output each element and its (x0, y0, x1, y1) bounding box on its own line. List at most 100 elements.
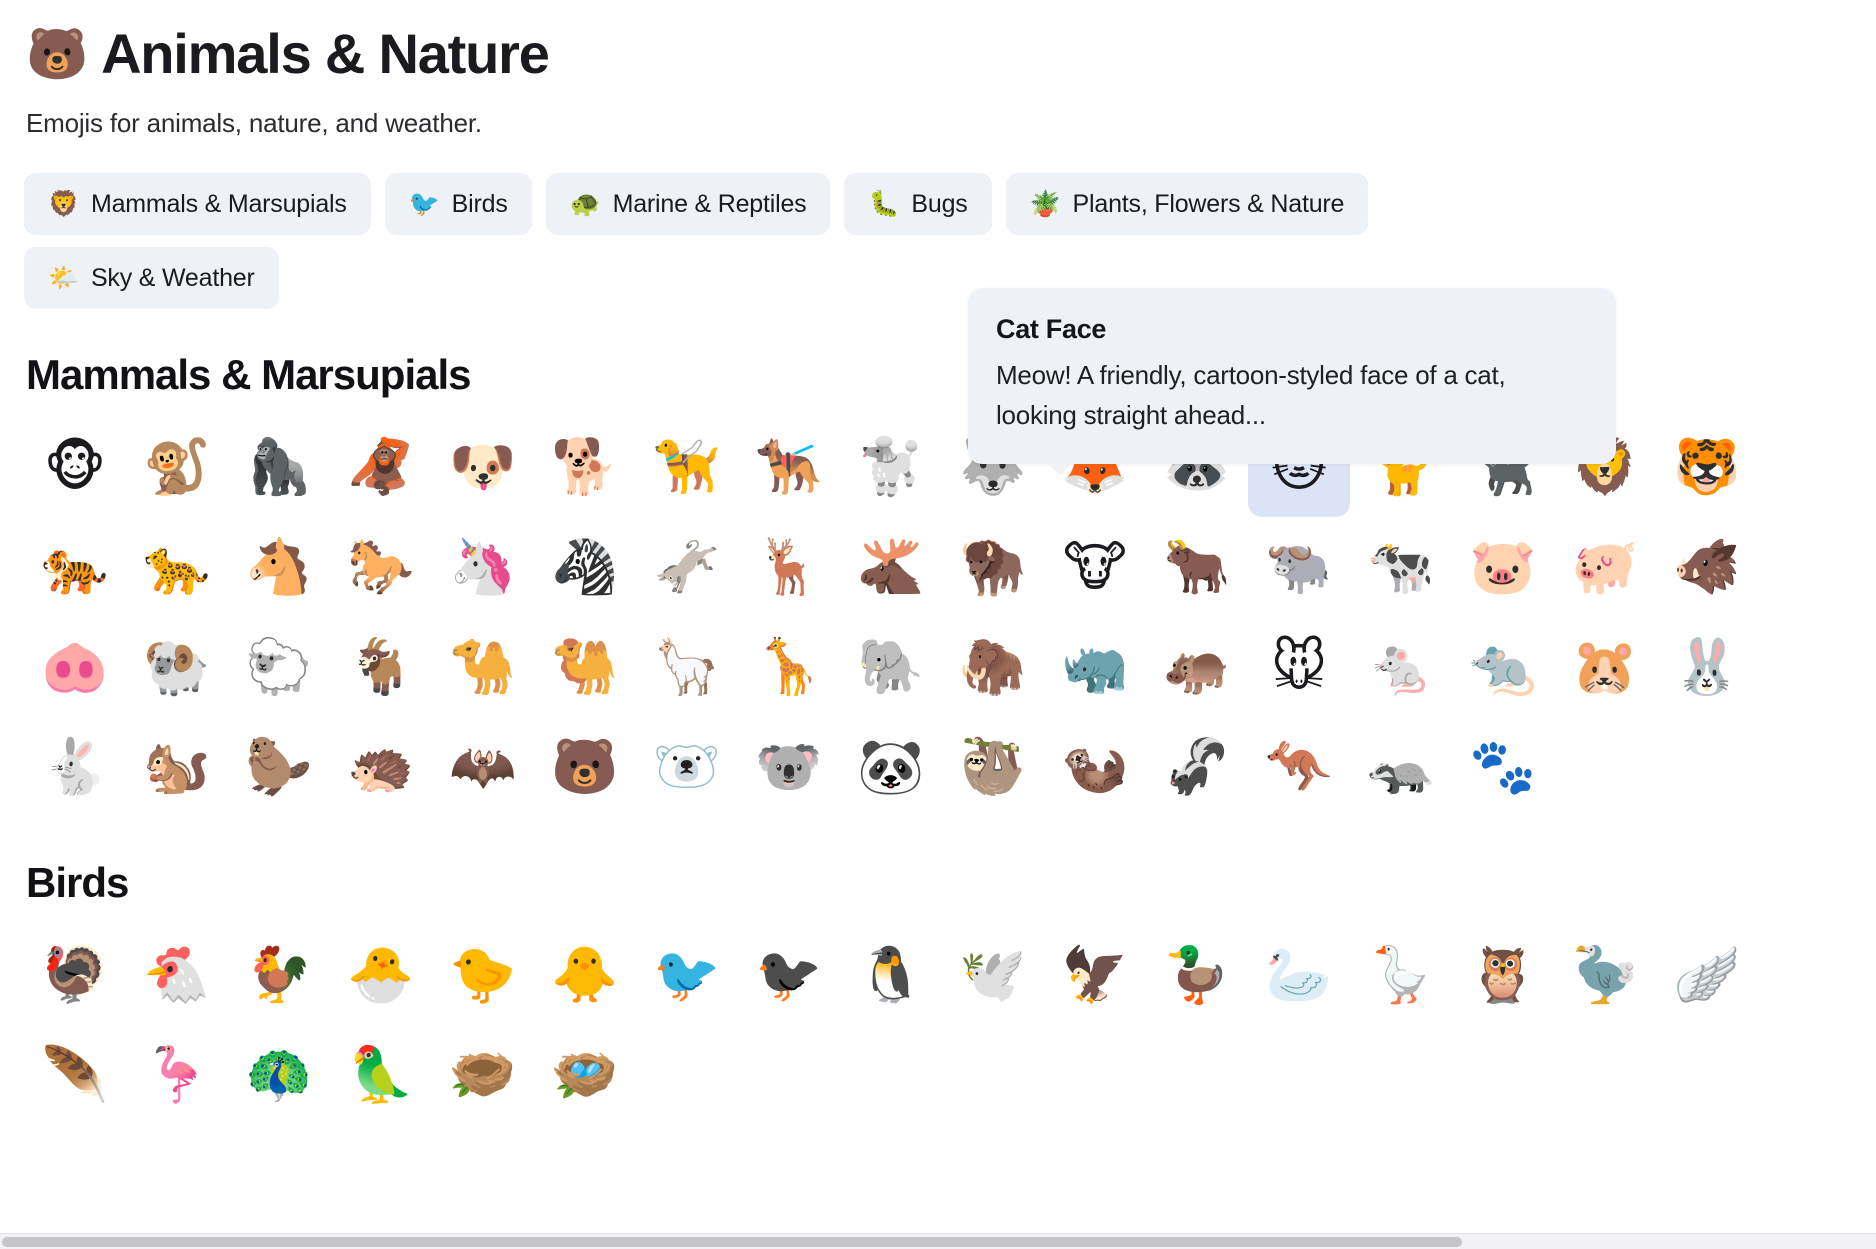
emoji-cell-service-dog[interactable]: 🐕‍🦺 (738, 417, 840, 517)
emoji-cell-bison[interactable]: 🦬 (942, 517, 1044, 617)
emoji-cell-duck[interactable]: 🦆 (1146, 925, 1248, 1025)
emoji-cell-horse[interactable]: 🐎 (330, 517, 432, 617)
emoji-cell-eagle[interactable]: 🦅 (1044, 925, 1146, 1025)
emoji-cell-rabbit[interactable]: 🐇 (24, 717, 126, 817)
emoji-cell-ewe[interactable]: 🐑 (228, 617, 330, 717)
emoji-cell-giraffe[interactable]: 🦒 (738, 617, 840, 717)
emoji-cell-hatching-chick[interactable]: 🐣 (330, 925, 432, 1025)
horizontal-scrollbar[interactable] (0, 1233, 1876, 1249)
emoji-cell-swan[interactable]: 🦢 (1248, 925, 1350, 1025)
emoji-cell-polar-bear[interactable]: 🐻‍❄️ (636, 717, 738, 817)
emoji-cell-baby-chick[interactable]: 🐤 (432, 925, 534, 1025)
emoji-cell-badger[interactable]: 🦡 (1350, 717, 1452, 817)
emoji-cell-mouse[interactable]: 🐁 (1350, 617, 1452, 717)
emoji-sections: Mammals & Marsupials 🐵 🐒 🦍 🦧 🐶 🐕 🦮 🐕‍🦺 🐩 🐺 🦊 🦝 🐱 🐈 🐈‍⬛ 🦁… (24, 351, 1852, 1125)
emoji-cell-panda[interactable]: 🐼 (840, 717, 942, 817)
category-chip-label: Plants, Flowers & Nature (1072, 189, 1345, 218)
category-chip-bugs[interactable]: 🐛 Bugs (844, 173, 992, 235)
potted-plant-icon: 🪴 (1029, 189, 1061, 218)
emoji-cell-black-bird[interactable]: 🐦‍⬛ (738, 925, 840, 1025)
emoji-grid: 🦃 🐔 🐓 🐣 🐤 🐥 🐦 🐦‍⬛ 🐧 🕊️ 🦅 🦆 🦢 🪿 🦉 🦤 🪽 🪶 🦩 🦚 🦜 🪹 🪺 (24, 925, 1852, 1125)
emoji-cell-hippopotamus[interactable]: 🦛 (1146, 617, 1248, 717)
emoji-cell-wing[interactable]: 🪽 (1656, 925, 1758, 1025)
emoji-cell-empty-nest[interactable]: 🪹 (432, 1025, 534, 1125)
emoji-cell-hamster[interactable]: 🐹 (1554, 617, 1656, 717)
emoji-cell-bat[interactable]: 🦇 (432, 717, 534, 817)
emoji-cell-tiger-face[interactable]: 🐯 (1656, 417, 1758, 517)
emoji-cell-owl[interactable]: 🦉 (1452, 925, 1554, 1025)
emoji-cell-ram[interactable]: 🐏 (126, 617, 228, 717)
emoji-cell-nest-with-eggs[interactable]: 🪺 (534, 1025, 636, 1125)
emoji-cell-otter[interactable]: 🦦 (1044, 717, 1146, 817)
emoji-cell-monkey[interactable]: 🐒 (126, 417, 228, 517)
emoji-cell-turkey[interactable]: 🦃 (24, 925, 126, 1025)
emoji-cell-donkey[interactable]: 🫏 (636, 517, 738, 617)
emoji-cell-rabbit-face[interactable]: 🐰 (1656, 617, 1758, 717)
emoji-cell-koala[interactable]: 🐨 (738, 717, 840, 817)
emoji-cell-dodo[interactable]: 🦤 (1554, 925, 1656, 1025)
emoji-cell-paw-prints[interactable]: 🐾 (1452, 717, 1554, 817)
emoji-cell-deer[interactable]: 🦌 (738, 517, 840, 617)
emoji-cell-llama[interactable]: 🦙 (636, 617, 738, 717)
eagle-icon: 🦅 (1061, 943, 1129, 1006)
emoji-cell-unicorn[interactable]: 🦄 (432, 517, 534, 617)
emoji-cell-tiger[interactable]: 🐅 (24, 517, 126, 617)
emoji-cell-rhinoceros[interactable]: 🦏 (1044, 617, 1146, 717)
emoji-cell-kangaroo[interactable]: 🦘 (1248, 717, 1350, 817)
emoji-cell-bird[interactable]: 🐦 (636, 925, 738, 1025)
emoji-cell-front-facing-baby-chick[interactable]: 🐥 (534, 925, 636, 1025)
emoji-cell-two-hump-camel[interactable]: 🐫 (534, 617, 636, 717)
hatching-chick-icon: 🐣 (347, 943, 415, 1006)
emoji-cell-camel[interactable]: 🐪 (432, 617, 534, 717)
category-chip-birds[interactable]: 🐦 Birds (384, 173, 532, 235)
emoji-cell-gorilla[interactable]: 🦍 (228, 417, 330, 517)
emoji-cell-dog-face[interactable]: 🐶 (432, 417, 534, 517)
category-chip-mammals-marsupials[interactable]: 🦁 Mammals & Marsupials (24, 173, 371, 235)
emoji-cell-skunk[interactable]: 🦨 (1146, 717, 1248, 817)
emoji-cell-ox[interactable]: 🐂 (1146, 517, 1248, 617)
emoji-cell-flamingo[interactable]: 🦩 (126, 1025, 228, 1125)
emoji-cell-hedgehog[interactable]: 🦔 (330, 717, 432, 817)
emoji-cell-dove[interactable]: 🕊️ (942, 925, 1044, 1025)
category-chip-plants-flowers-nature[interactable]: 🪴 Plants, Flowers & Nature (1005, 173, 1369, 235)
emoji-cell-cow-face[interactable]: 🐮 (1044, 517, 1146, 617)
emoji-cell-leopard[interactable]: 🐆 (126, 517, 228, 617)
emoji-cell-chipmunk[interactable]: 🐿️ (126, 717, 228, 817)
category-chip-sky-weather[interactable]: 🌤️ Sky & Weather (24, 247, 279, 309)
emoji-cell-parrot[interactable]: 🦜 (330, 1025, 432, 1125)
poodle-icon: 🐩 (857, 435, 925, 498)
emoji-cell-goat[interactable]: 🐐 (330, 617, 432, 717)
emoji-cell-bear[interactable]: 🐻 (534, 717, 636, 817)
emoji-cell-guide-dog[interactable]: 🦮 (636, 417, 738, 517)
emoji-cell-chicken[interactable]: 🐔 (126, 925, 228, 1025)
emoji-cell-boar[interactable]: 🐗 (1656, 517, 1758, 617)
emoji-cell-rooster[interactable]: 🐓 (228, 925, 330, 1025)
emoji-cell-pig[interactable]: 🐖 (1554, 517, 1656, 617)
emoji-cell-pig-nose[interactable]: 🐽 (24, 617, 126, 717)
category-chip-marine-reptiles[interactable]: 🐢 Marine & Reptiles (545, 173, 831, 235)
emoji-cell-poodle[interactable]: 🐩 (840, 417, 942, 517)
emoji-cell-goose[interactable]: 🪿 (1350, 925, 1452, 1025)
emoji-cell-dog[interactable]: 🐕 (534, 417, 636, 517)
emoji-cell-mouse-face[interactable]: 🐭 (1248, 617, 1350, 717)
emoji-cell-horse-face[interactable]: 🐴 (228, 517, 330, 617)
emoji-cell-cow[interactable]: 🐄 (1350, 517, 1452, 617)
page-title: 🐻 Animals & Nature (24, 26, 1852, 82)
koala-icon: 🐨 (755, 735, 823, 798)
emoji-cell-pig-face[interactable]: 🐷 (1452, 517, 1554, 617)
emoji-cell-sloth[interactable]: 🦥 (942, 717, 1044, 817)
deer-icon: 🦌 (755, 535, 823, 598)
emoji-cell-water-buffalo[interactable]: 🐃 (1248, 517, 1350, 617)
emoji-cell-penguin[interactable]: 🐧 (840, 925, 942, 1025)
emoji-cell-zebra[interactable]: 🦓 (534, 517, 636, 617)
emoji-cell-monkey-face[interactable]: 🐵 (24, 417, 126, 517)
emoji-cell-orangutan[interactable]: 🦧 (330, 417, 432, 517)
emoji-cell-peacock[interactable]: 🦚 (228, 1025, 330, 1125)
emoji-cell-rat[interactable]: 🐀 (1452, 617, 1554, 717)
emoji-cell-mammoth[interactable]: 🦣 (942, 617, 1044, 717)
emoji-cell-moose[interactable]: 🫎 (840, 517, 942, 617)
scrollbar-thumb[interactable] (2, 1237, 1462, 1247)
emoji-cell-elephant[interactable]: 🐘 (840, 617, 942, 717)
emoji-cell-feather[interactable]: 🪶 (24, 1025, 126, 1125)
emoji-cell-beaver[interactable]: 🦫 (228, 717, 330, 817)
